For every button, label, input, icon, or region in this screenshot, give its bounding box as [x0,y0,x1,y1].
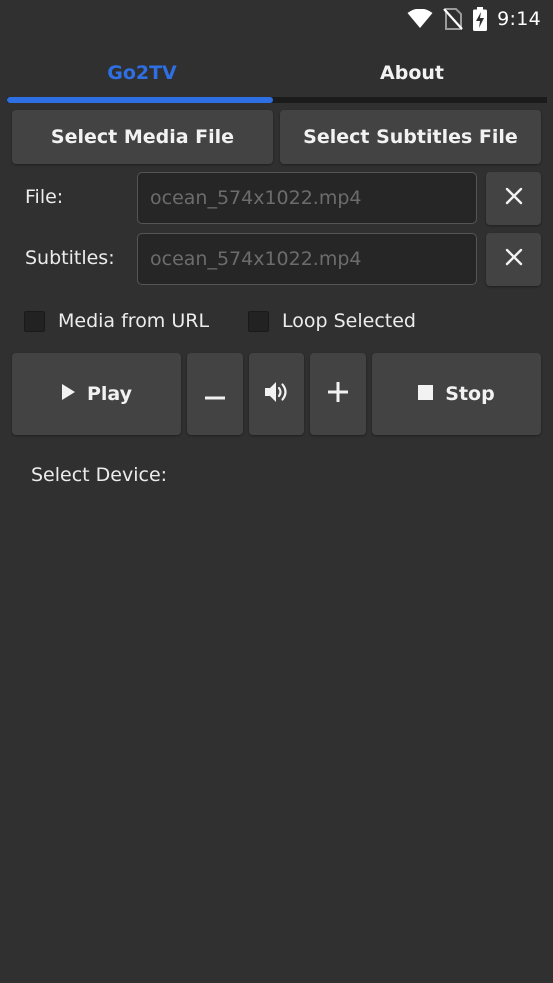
play-icon [61,383,75,405]
stop-icon [418,383,434,405]
select-media-file-button[interactable]: Select Media File [12,110,273,164]
checkbox-box[interactable] [24,310,45,332]
volume-icon [264,381,290,408]
file-field[interactable]: ocean_574x1022.mp4 [137,172,477,224]
loop-selected-label: Loop Selected [282,310,416,332]
stop-button[interactable]: Stop [372,353,541,435]
play-label: Play [86,383,133,405]
tab-bar: Go2TV About [7,48,547,104]
no-sim-icon [443,8,463,30]
status-time: 9:14 [497,8,541,30]
plus-icon [328,381,348,407]
close-icon [505,187,523,210]
status-bar: 9:14 [0,0,553,38]
subtitles-field[interactable]: ocean_574x1022.mp4 [137,233,477,285]
minus-icon [205,383,225,405]
clear-subtitles-button[interactable] [486,233,541,286]
wifi-icon [407,9,433,29]
tab-indicator [7,97,273,103]
media-from-url-label: Media from URL [58,310,210,332]
select-device-label: Select Device: [31,464,168,486]
tab-go2tv[interactable]: Go2TV [7,48,277,98]
clear-file-button[interactable] [486,172,541,225]
mute-button[interactable] [249,353,304,435]
subtitles-label: Subtitles: [25,247,115,269]
loop-selected-checkbox[interactable]: Loop Selected [248,305,416,337]
stop-label: Stop [445,383,495,405]
play-button[interactable]: Play [12,353,181,435]
close-icon [505,248,523,271]
select-subtitles-file-button[interactable]: Select Subtitles File [280,110,541,164]
tab-about[interactable]: About [277,48,547,98]
checkbox-box[interactable] [248,310,269,332]
battery-charging-icon [473,7,488,31]
volume-down-button[interactable] [187,353,243,435]
volume-up-button[interactable] [310,353,366,435]
file-label: File: [25,186,64,208]
media-from-url-checkbox[interactable]: Media from URL [24,305,209,337]
